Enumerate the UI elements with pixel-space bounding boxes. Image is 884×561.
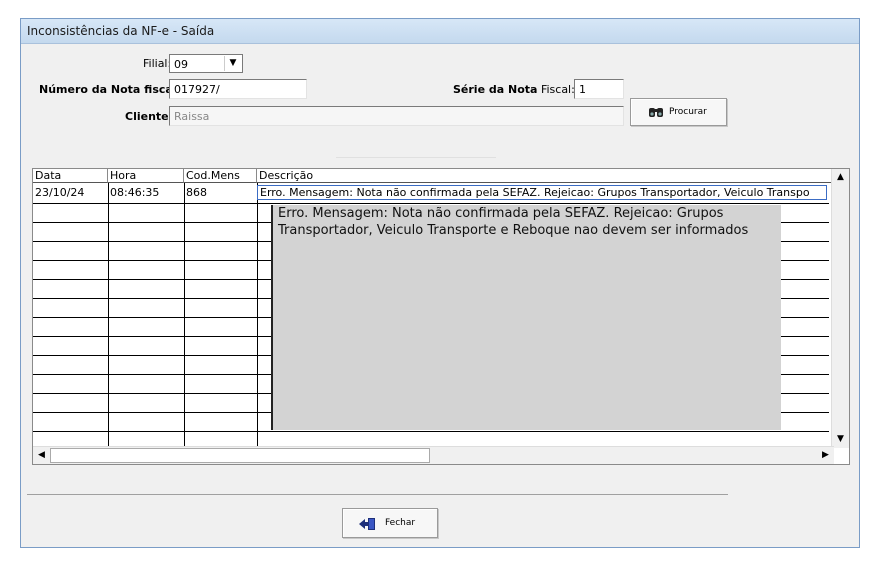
inconsistencias-grid[interactable]: Data Hora Cod.Mens Descrição 23/10/24 08… xyxy=(32,168,850,465)
scroll-right-icon[interactable]: ▶ xyxy=(818,448,833,463)
horizontal-scroll-thumb[interactable] xyxy=(50,448,430,463)
numero-nota-field[interactable]: 017927/ xyxy=(169,79,307,99)
cliente-label: Cliente: xyxy=(125,110,174,123)
exit-door-icon xyxy=(359,518,375,530)
grid-column-line xyxy=(108,183,109,464)
vertical-scrollbar[interactable]: ▲ ▼ xyxy=(831,169,849,448)
description-tooltip: Erro. Mensagem: Nota não confirmada pela… xyxy=(271,205,781,430)
cell-hora[interactable]: 08:46:35 xyxy=(108,185,183,202)
cell-descricao[interactable]: Erro. Mensagem: Nota não confirmada pela… xyxy=(257,185,827,200)
cell-data[interactable]: 23/10/24 xyxy=(33,185,107,202)
title-bar: Inconsistências da NF-e - Saída xyxy=(21,19,859,44)
grid-column-line xyxy=(184,183,185,464)
divider xyxy=(27,494,728,495)
filial-select[interactable]: 09 ▼ xyxy=(169,54,243,73)
window-title: Inconsistências da NF-e - Saída xyxy=(27,24,215,38)
scroll-up-icon[interactable]: ▲ xyxy=(833,170,848,185)
column-header-cod-mens[interactable]: Cod.Mens xyxy=(184,169,257,183)
scroll-down-icon[interactable]: ▼ xyxy=(833,432,848,447)
tooltip-line: Transportador, Veiculo Transporte e Rebo… xyxy=(278,223,749,238)
grid-column-line xyxy=(257,183,258,464)
filial-label: Filial: xyxy=(143,57,172,70)
grid-row-line xyxy=(33,203,829,204)
fechar-button[interactable]: Fechar xyxy=(342,508,438,538)
column-header-hora[interactable]: Hora xyxy=(108,169,184,183)
serie-label-rest: Fiscal: xyxy=(540,83,575,96)
fechar-label: Fechar xyxy=(385,518,416,528)
scroll-left-icon[interactable]: ◀ xyxy=(34,448,49,463)
column-header-descricao[interactable]: Descrição xyxy=(257,169,832,183)
numero-nota-label: Número da Nota fiscal: xyxy=(39,83,181,96)
serie-label-bold: Série da Nota xyxy=(453,83,538,96)
horizontal-scrollbar[interactable]: ◀ ▶ xyxy=(33,446,834,464)
column-header-data[interactable]: Data xyxy=(33,169,108,183)
binoculars-icon xyxy=(649,108,663,117)
procurar-button[interactable]: Procurar xyxy=(630,98,727,126)
procurar-label: Procurar xyxy=(669,107,707,117)
cliente-field[interactable]: Raissa xyxy=(169,106,624,126)
tooltip-line: Erro. Mensagem: Nota não confirmada pela… xyxy=(278,206,724,221)
serie-nota-label: Série da Nota Fiscal: xyxy=(453,83,575,96)
divider xyxy=(336,157,496,158)
filial-value: 09 xyxy=(174,58,188,71)
inconsistencias-window: Inconsistências da NF-e - Saída Filial: … xyxy=(20,18,860,548)
chevron-down-icon[interactable]: ▼ xyxy=(224,56,241,71)
grid-row-line xyxy=(33,431,829,432)
cell-cod-mens[interactable]: 868 xyxy=(184,185,256,202)
serie-nota-field[interactable]: 1 xyxy=(574,79,624,99)
